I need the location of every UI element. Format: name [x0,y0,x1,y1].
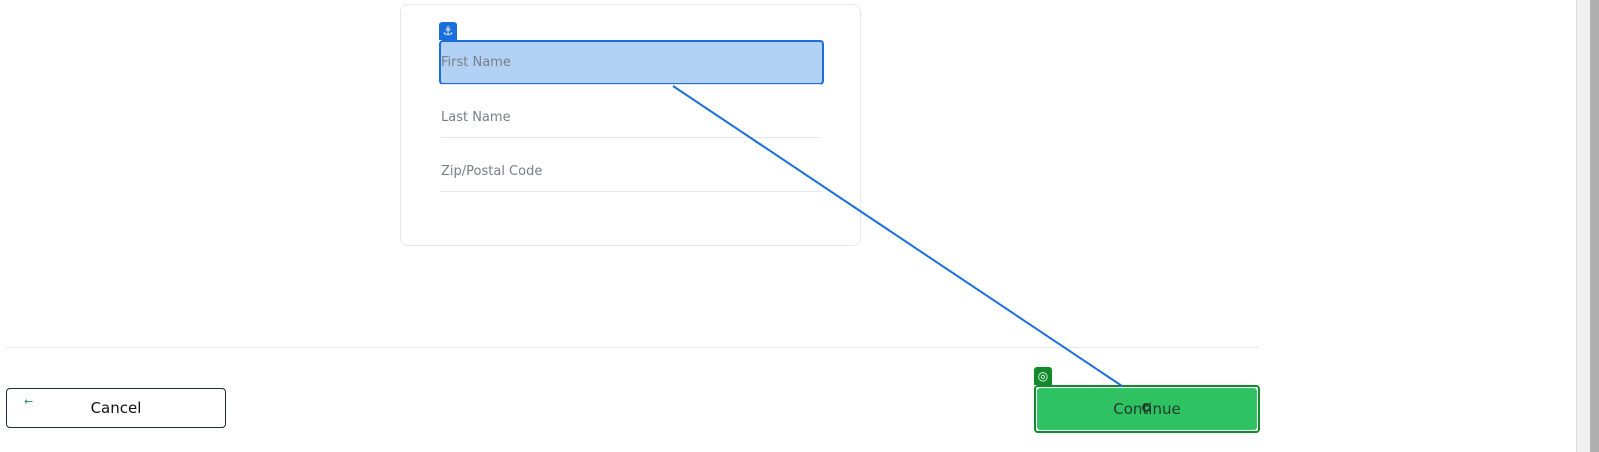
footer-divider [6,347,1259,348]
last-name-input[interactable] [441,98,821,138]
checkout-page: ⚓ ← Cancel ◎ Continue [0,0,1599,452]
first-name-input[interactable] [441,41,821,85]
cancel-button[interactable]: ← Cancel [6,388,226,428]
cancel-label: Cancel [90,399,142,417]
target-icon: ◎ [1034,367,1052,385]
anchor-icon: ⚓ [439,22,457,40]
scrollbar-thumb[interactable] [1590,0,1599,452]
zip-postal-code-input[interactable] [441,152,821,192]
click-target-dot [1142,403,1151,412]
